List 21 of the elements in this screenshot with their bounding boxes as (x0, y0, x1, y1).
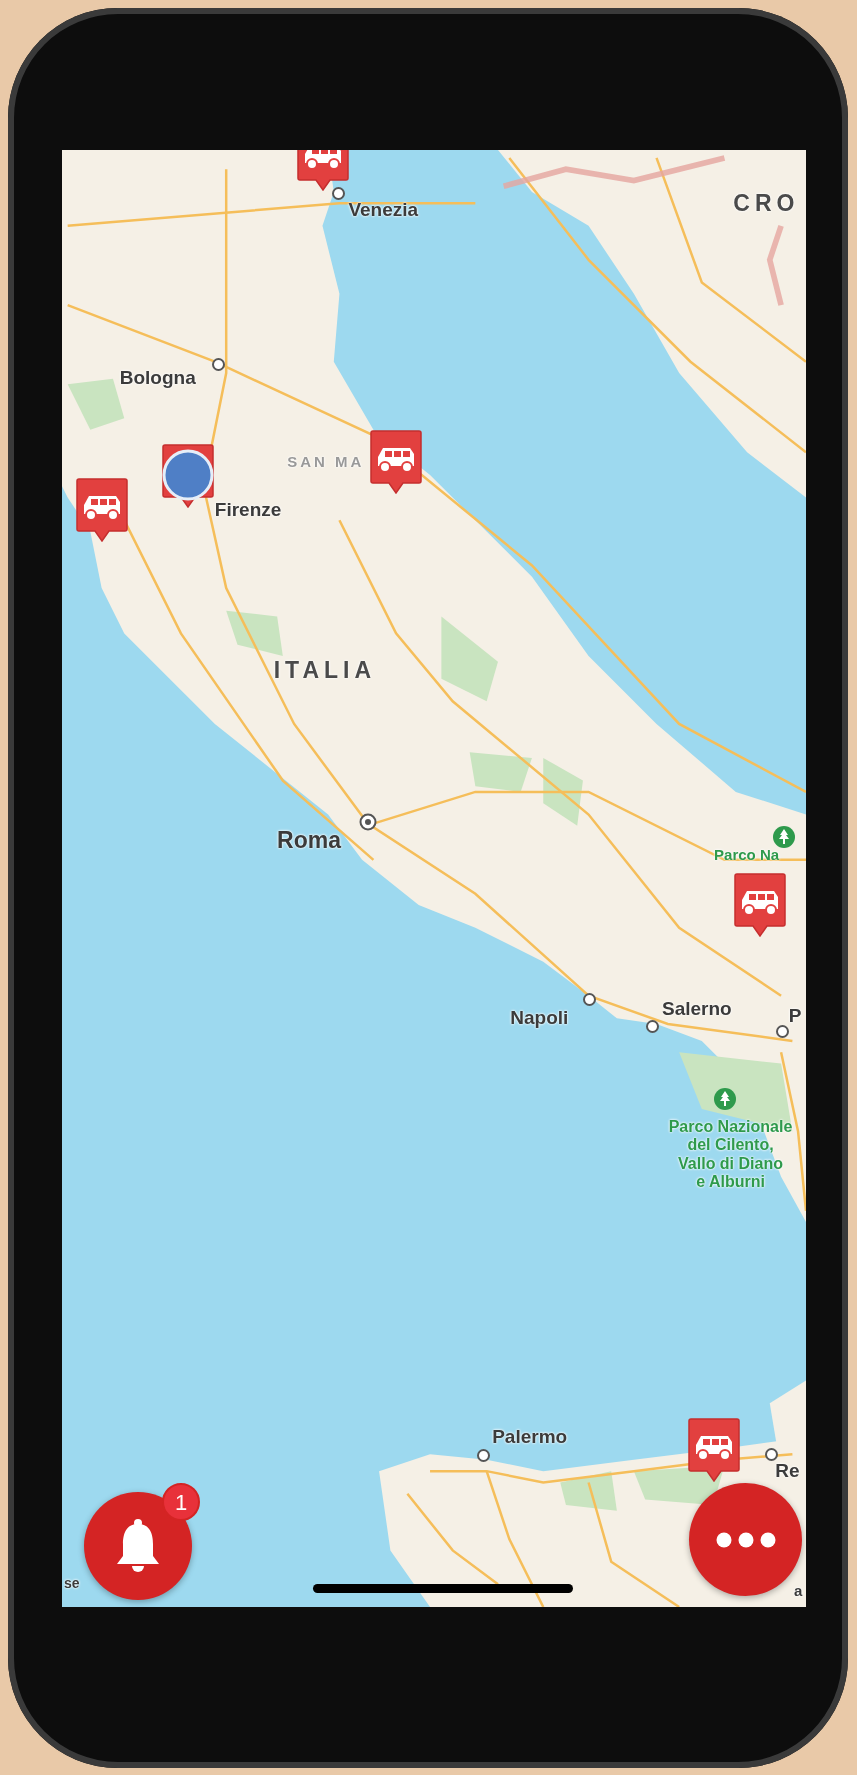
park-label: Parco Nazionale del Cilento, Vallo di Diano e Alburni (667, 1117, 794, 1192)
capital-marker-icon (358, 813, 377, 832)
city-label: P (788, 1004, 802, 1027)
country-label: ITALIA (273, 657, 377, 684)
region-label: SAN MA (287, 453, 365, 471)
city-label: Salerno (661, 997, 732, 1020)
city-label: Venezia (348, 198, 419, 221)
tree-icon (772, 825, 795, 848)
city-label: a (794, 1581, 803, 1600)
city-label: Bologna (119, 367, 196, 390)
tree-icon (714, 1088, 737, 1111)
city-label: Roma (277, 826, 341, 854)
map-view[interactable]: Venezia CRO Bologna SAN MA Firenze ITALIA Roma Parco Na Napoli Salerno P Parco Nazionale del Cilento, Vallo di Diano e Alburni Palermo Re se a 1 (62, 150, 806, 1607)
city-label: Re (775, 1459, 800, 1482)
city-label: se (64, 1575, 80, 1592)
park-label: Parco Na (714, 846, 780, 864)
city-label: Palermo (492, 1425, 568, 1448)
city-label: Firenze (214, 498, 282, 521)
more-icon (715, 1531, 776, 1548)
country-label: CRO (733, 189, 800, 217)
city-label: Napoli (510, 1006, 569, 1029)
